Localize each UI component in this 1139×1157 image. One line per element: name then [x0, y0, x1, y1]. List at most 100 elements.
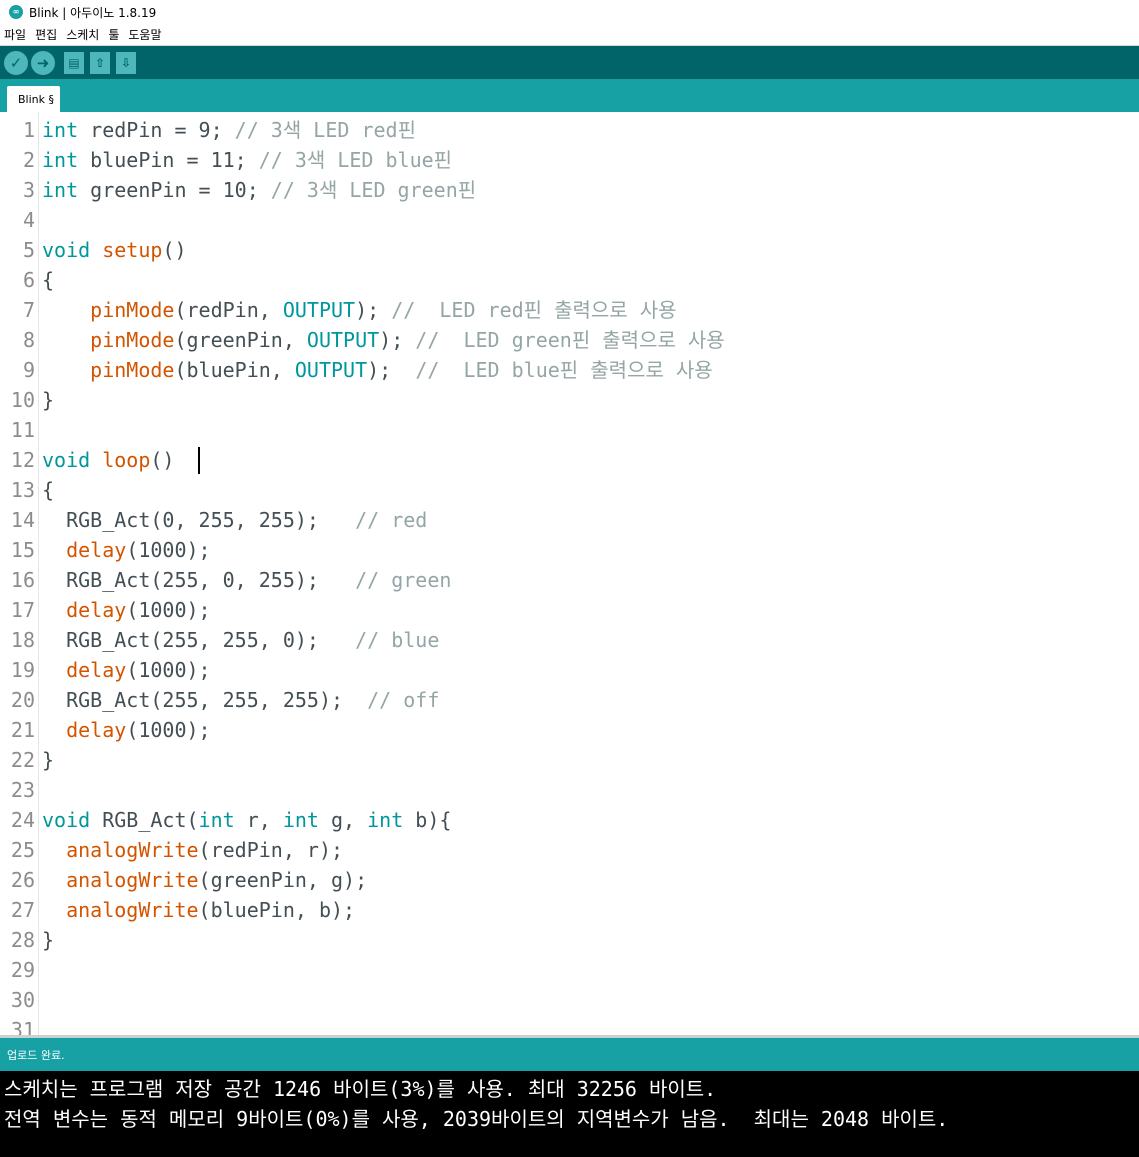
- new-sketch-button[interactable]: ▤: [64, 51, 84, 74]
- code-token: int: [282, 808, 319, 832]
- line-number: 5: [22, 238, 35, 262]
- menu-file[interactable]: 파일: [4, 26, 26, 43]
- line-number: 6: [22, 268, 35, 292]
- code-editor[interactable]: 1 int redPin = 9; // 3색 LED red핀 2 int blue…: [0, 112, 1139, 1035]
- code-token: OUTPUT: [306, 328, 380, 352]
- line-number: 1: [22, 118, 35, 142]
- text-caret: [198, 447, 200, 474]
- line-number: 8: [22, 328, 35, 352]
- code-line: 28}: [0, 925, 1139, 955]
- upload-button[interactable]: ➜: [31, 50, 55, 75]
- new-file-icon: ▤: [68, 55, 80, 70]
- line-number: 21: [10, 718, 35, 742]
- code-line: 8 pinMode(greenPin, OUTPUT); // LED gree…: [0, 325, 1139, 355]
- line-number: 25: [10, 838, 35, 862]
- code-text: int greenPin = 10; // 3색 LED green핀: [42, 175, 476, 205]
- code-token: (redPin,: [174, 298, 283, 322]
- line-number: 18: [10, 628, 35, 652]
- code-token: (bluePin,: [174, 358, 295, 382]
- code-token: // blue: [355, 628, 440, 652]
- code-line: 11: [0, 415, 1139, 445]
- code-token: g,: [318, 808, 368, 832]
- code-text: }: [42, 385, 54, 415]
- code-text: }: [42, 745, 54, 775]
- code-line: 6{: [0, 265, 1139, 295]
- code-text: pinMode(redPin, OUTPUT); // LED red핀 출력으…: [42, 295, 677, 325]
- code-token: setup: [102, 238, 163, 262]
- code-line: 14 RGB_Act(0, 255, 255); // red: [0, 505, 1139, 535]
- code-line: 7 pinMode(redPin, OUTPUT); // LED red핀 출…: [0, 295, 1139, 325]
- line-number: 29: [10, 958, 35, 982]
- line-number: 13: [10, 478, 35, 502]
- code-token: // red: [355, 508, 428, 532]
- code-token: int: [42, 178, 79, 202]
- console-line: 스케치는 프로그램 저장 공간 1246 바이트(3%)를 사용. 최대 322…: [4, 1077, 717, 1101]
- code-line: 13 {: [0, 475, 1139, 505]
- console-line: 전역 변수는 동적 메모리 9바이트(0%)를 사용, 2039바이트의 지역변…: [4, 1107, 949, 1131]
- code-text: delay(1000);: [42, 535, 211, 565]
- code-token: int: [367, 808, 404, 832]
- line-number: 9: [22, 358, 35, 382]
- menu-edit[interactable]: 편집: [35, 26, 57, 43]
- code-line: 5 void setup(): [0, 235, 1139, 265]
- code-token: (1000);: [126, 598, 211, 622]
- line-number: 28: [10, 928, 35, 952]
- code-token: analogWrite: [66, 868, 199, 892]
- code-token: void: [42, 808, 91, 832]
- save-button[interactable]: ⇩: [116, 51, 136, 74]
- arrow-down-icon: ⇩: [120, 55, 132, 70]
- code-token: (1000);: [126, 658, 211, 682]
- code-token: delay: [66, 718, 127, 742]
- console-output: 스케치는 프로그램 저장 공간 1246 바이트(3%)를 사용. 최대 322…: [0, 1071, 1139, 1157]
- open-button[interactable]: ⇧: [90, 51, 110, 74]
- line-number: 4: [22, 208, 35, 232]
- menu-tools[interactable]: 툴: [108, 26, 119, 43]
- line-number: 26: [10, 868, 35, 892]
- verify-button[interactable]: ✓: [4, 50, 28, 75]
- line-number: 22: [10, 748, 35, 772]
- line-number: 3: [22, 178, 35, 202]
- code-token: redPin = 9;: [78, 118, 235, 142]
- code-text: delay(1000);: [42, 655, 211, 685]
- code-token: (1000);: [126, 538, 211, 562]
- line-number: 17: [10, 598, 35, 622]
- code-token: );: [379, 328, 416, 352]
- code-token: // 3색 LED blue핀: [258, 148, 453, 172]
- code-text: delay(1000);: [42, 595, 211, 625]
- code-text: pinMode(bluePin, OUTPUT); // LED blue핀 출…: [42, 355, 713, 385]
- code-token: (): [150, 448, 187, 472]
- title-bar: ∞ Blink | 아두이노 1.8.19: [0, 0, 1139, 24]
- code-token: );: [367, 358, 416, 382]
- code-text: pinMode(greenPin, OUTPUT); // LED green핀…: [42, 325, 725, 355]
- code-line: 15 delay(1000);: [0, 535, 1139, 565]
- tab-blink[interactable]: Blink §: [7, 86, 60, 112]
- line-number: 19: [10, 658, 35, 682]
- code-text: RGB_Act(255, 255, 0); // blue: [42, 625, 439, 655]
- code-line: 19 delay(1000);: [0, 655, 1139, 685]
- code-text: int redPin = 9; // 3색 LED red핀: [42, 115, 416, 145]
- code-text: RGB_Act(0, 255, 255); // red: [42, 505, 427, 535]
- toolbar: ✓ ➜ ▤ ⇧ ⇩: [0, 46, 1139, 79]
- code-token: // LED red핀 출력으로 사용: [391, 298, 677, 322]
- code-line: 4: [0, 205, 1139, 235]
- code-line: 9 pinMode(bluePin, OUTPUT); // LED blue핀…: [0, 355, 1139, 385]
- status-bar: 업로드 완료.: [0, 1035, 1139, 1071]
- menu-help[interactable]: 도움말: [128, 26, 161, 43]
- code-token: RGB_Act(0, 255, 255);: [42, 508, 356, 532]
- arrow-up-icon: ⇧: [94, 55, 106, 70]
- code-line: 3 int greenPin = 10; // 3색 LED green핀: [0, 175, 1139, 205]
- code-token: }: [42, 928, 55, 952]
- code-token: pinMode: [90, 358, 175, 382]
- menu-sketch[interactable]: 스케치: [66, 26, 99, 43]
- code-token: // LED blue핀 출력으로 사용: [415, 358, 713, 382]
- tab-bar: Blink §: [0, 79, 1139, 112]
- code-text: delay(1000);: [42, 715, 211, 745]
- code-token: analogWrite: [66, 898, 199, 922]
